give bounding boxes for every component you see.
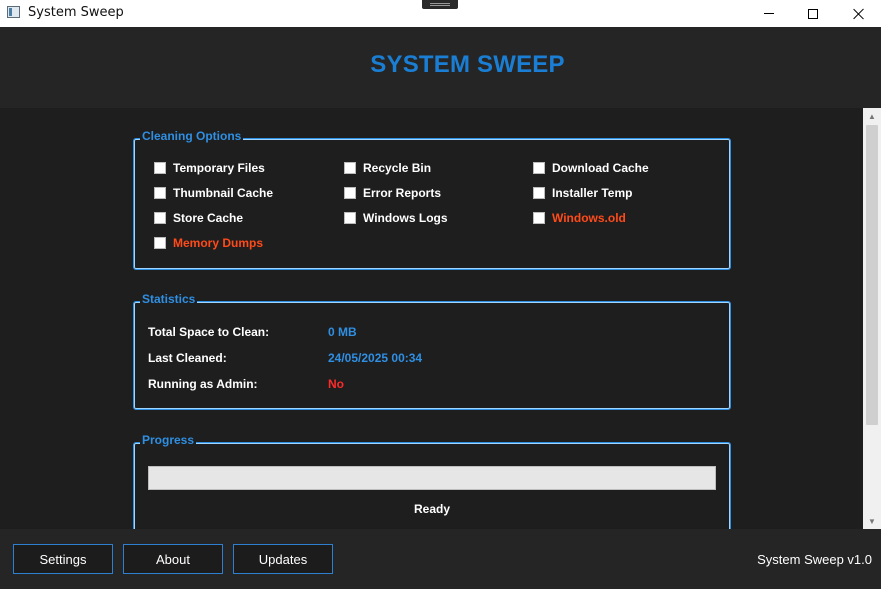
vertical-scrollbar[interactable]: ▲ ▼	[863, 108, 881, 529]
option-memory-dumps[interactable]: Memory Dumps	[154, 236, 263, 250]
scroll-thumb[interactable]	[866, 125, 878, 425]
option-label: Windows Logs	[363, 211, 448, 225]
minimize-button[interactable]	[746, 0, 792, 27]
main-content: Cleaning Options Temporary Files Recycle…	[0, 108, 863, 529]
progress-status: Ready	[413, 502, 451, 516]
app-heading: SYSTEM SWEEP	[370, 51, 565, 78]
stat-last-cleaned-label: Last Cleaned:	[148, 351, 227, 365]
cleaning-options-group: Cleaning Options Temporary Files Recycle…	[133, 129, 731, 270]
stat-total-space-value: 0 MB	[328, 325, 357, 339]
updates-button[interactable]: Updates	[233, 544, 333, 574]
progress-title: Progress	[140, 433, 197, 447]
option-windows-logs[interactable]: Windows Logs	[344, 211, 448, 225]
title-bar: System Sweep	[0, 0, 881, 27]
close-button[interactable]	[836, 0, 881, 27]
option-error-reports[interactable]: Error Reports	[344, 186, 441, 200]
option-label: Temporary Files	[173, 161, 265, 175]
checkbox[interactable]	[344, 187, 356, 199]
cleaning-options-title: Cleaning Options	[140, 129, 244, 143]
checkbox[interactable]	[154, 212, 166, 224]
statistics-group: Statistics Total Space to Clean: 0 MB La…	[133, 292, 731, 410]
stat-last-cleaned-value: 24/05/2025 00:34	[328, 351, 423, 365]
option-label-warning: Windows.old	[552, 211, 626, 225]
checkbox[interactable]	[533, 187, 545, 199]
checkbox[interactable]	[344, 212, 356, 224]
about-button[interactable]: About	[123, 544, 223, 574]
statistics-title: Statistics	[140, 292, 198, 306]
window-title: System Sweep	[28, 5, 124, 20]
option-temporary-files[interactable]: Temporary Files	[154, 161, 265, 175]
version-label: System Sweep v1.0	[757, 552, 872, 567]
option-store-cache[interactable]: Store Cache	[154, 211, 243, 225]
option-download-cache[interactable]: Download Cache	[533, 161, 649, 175]
stat-admin-label: Running as Admin:	[148, 377, 258, 391]
option-recycle-bin[interactable]: Recycle Bin	[344, 161, 431, 175]
footer-bar: Settings About Updates System Sweep v1.0	[0, 529, 881, 589]
stat-total-space-label: Total Space to Clean:	[148, 325, 270, 339]
close-icon	[853, 8, 865, 20]
settings-button[interactable]: Settings	[13, 544, 113, 574]
app-icon	[7, 6, 20, 18]
option-label: Download Cache	[552, 161, 649, 175]
option-installer-temp[interactable]: Installer Temp	[533, 186, 632, 200]
checkbox[interactable]	[154, 187, 166, 199]
option-label: Installer Temp	[552, 186, 633, 200]
maximize-button[interactable]	[790, 0, 836, 27]
checkbox[interactable]	[344, 162, 356, 174]
app-header: SYSTEM SWEEP	[0, 27, 881, 108]
option-label: Recycle Bin	[363, 161, 432, 175]
progress-group: Progress Ready	[133, 433, 731, 529]
checkbox[interactable]	[154, 237, 166, 249]
minimize-icon	[764, 13, 774, 14]
scroll-down-arrow-icon[interactable]: ▼	[863, 513, 881, 529]
progress-bar	[148, 466, 716, 490]
maximize-icon	[808, 8, 818, 19]
stat-admin-value: No	[328, 377, 344, 391]
option-label: Thumbnail Cache	[173, 186, 274, 200]
option-label-warning: Memory Dumps	[173, 236, 264, 250]
snap-grip-handle[interactable]	[422, 0, 458, 9]
option-label: Store Cache	[173, 211, 244, 225]
option-windows-old[interactable]: Windows.old	[533, 211, 626, 225]
checkbox[interactable]	[533, 212, 545, 224]
option-thumbnail-cache[interactable]: Thumbnail Cache	[154, 186, 273, 200]
checkbox[interactable]	[154, 162, 166, 174]
scroll-up-arrow-icon[interactable]: ▲	[863, 108, 881, 124]
option-label: Error Reports	[363, 186, 442, 200]
checkbox[interactable]	[533, 162, 545, 174]
